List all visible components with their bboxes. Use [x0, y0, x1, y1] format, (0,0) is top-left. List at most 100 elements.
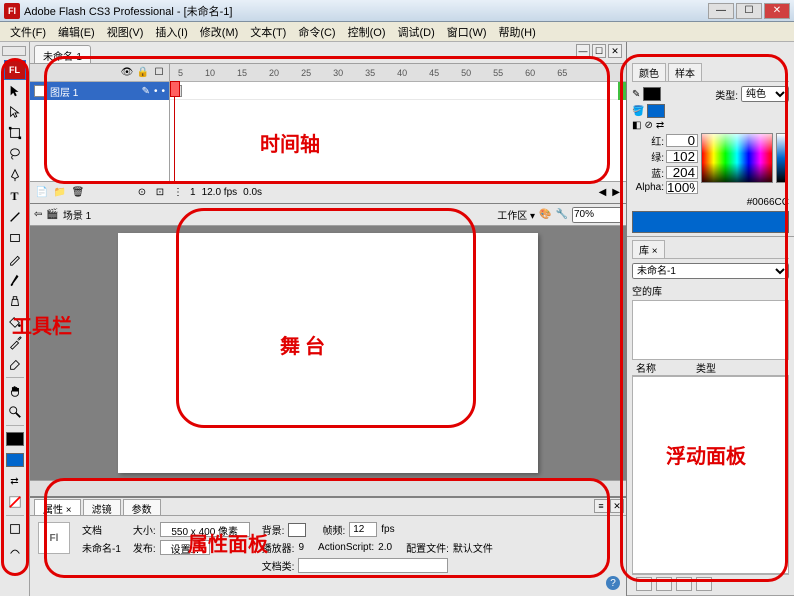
line-tool[interactable]: [4, 207, 26, 227]
green-input[interactable]: [666, 150, 698, 163]
ink-bottle-tool[interactable]: [4, 291, 26, 311]
doc-restore-icon[interactable]: ☐: [592, 44, 606, 58]
publish-settings-button[interactable]: 设置...: [160, 540, 210, 555]
tool-option-1[interactable]: [4, 519, 26, 539]
menu-edit[interactable]: 编辑(E): [52, 22, 101, 42]
docclass-input[interactable]: [298, 558, 448, 573]
minimize-button[interactable]: —: [708, 3, 734, 19]
alpha-input[interactable]: [666, 181, 698, 194]
pencil-tool[interactable]: [4, 249, 26, 269]
zoom-select[interactable]: [572, 207, 622, 223]
panel-menu-icon[interactable]: ≡: [594, 499, 608, 513]
fill-color-tool[interactable]: [4, 450, 26, 470]
eraser-tool[interactable]: [4, 354, 26, 374]
stroke-icon[interactable]: ✎: [632, 89, 640, 100]
new-folder-lib-icon[interactable]: [656, 577, 672, 591]
zoom-tool[interactable]: [4, 402, 26, 422]
layer-lock-dot[interactable]: •: [161, 86, 165, 97]
selection-tool[interactable]: [4, 81, 26, 101]
menu-view[interactable]: 视图(V): [101, 22, 150, 42]
delete-layer-icon[interactable]: 🗑: [72, 187, 84, 199]
flash-icon[interactable]: FL: [4, 60, 26, 80]
stage-area[interactable]: [30, 226, 626, 480]
new-symbol-icon[interactable]: [636, 577, 652, 591]
menu-control[interactable]: 控制(O): [342, 22, 392, 42]
fill-icon[interactable]: 🪣: [632, 106, 644, 117]
menu-text[interactable]: 文本(T): [244, 22, 292, 42]
workarea-dropdown[interactable]: 工作区 ▾: [497, 207, 535, 222]
library-doc-select[interactable]: 未命名-1: [632, 263, 789, 279]
free-transform-tool[interactable]: [4, 123, 26, 143]
doc-close-icon[interactable]: ✕: [608, 44, 622, 58]
col-name[interactable]: 名称: [636, 360, 656, 375]
edit-scene-icon[interactable]: 🎨: [539, 209, 551, 220]
back-icon[interactable]: ⇦: [34, 209, 42, 220]
hand-tool[interactable]: [4, 381, 26, 401]
size-button[interactable]: 550 x 400 像素: [160, 522, 250, 537]
properties-icon[interactable]: [676, 577, 692, 591]
new-layer-icon[interactable]: 📄: [36, 187, 48, 199]
menu-file[interactable]: 文件(F): [4, 22, 52, 42]
bw-icon[interactable]: ◧: [632, 120, 641, 131]
fill-color-swatch[interactable]: [647, 104, 665, 118]
text-tool[interactable]: T: [4, 186, 26, 206]
rectangle-tool[interactable]: [4, 228, 26, 248]
lock-icon[interactable]: 🔒: [137, 67, 149, 79]
brush-tool[interactable]: [4, 270, 26, 290]
edit-symbol-icon[interactable]: 🔧: [556, 209, 568, 220]
lasso-tool[interactable]: [4, 144, 26, 164]
menu-command[interactable]: 命令(C): [292, 22, 341, 42]
library-list[interactable]: [632, 376, 789, 574]
timeline-scroll-right[interactable]: ▶: [612, 187, 620, 198]
eye-icon[interactable]: 👁: [121, 67, 133, 79]
swap-icon[interactable]: ⇄: [656, 120, 664, 131]
eyedropper-tool[interactable]: [4, 333, 26, 353]
tab-filters[interactable]: 滤镜: [83, 499, 121, 515]
scene-name[interactable]: 场景 1: [63, 207, 91, 222]
timeline-ruler[interactable]: 5 10 15 20 25 30 35 40 45 50 55 60 65: [170, 64, 626, 81]
onion-icon[interactable]: ⊙: [136, 187, 148, 199]
tab-library[interactable]: 库 ×: [632, 240, 665, 258]
blue-input[interactable]: [666, 166, 698, 179]
paint-bucket-tool[interactable]: [4, 312, 26, 332]
bg-color-swatch[interactable]: [288, 523, 306, 537]
pen-tool[interactable]: [4, 165, 26, 185]
document-tab[interactable]: 未命名-1: [34, 45, 91, 63]
playhead[interactable]: [174, 82, 175, 181]
menu-help[interactable]: 帮助(H): [493, 22, 542, 42]
hue-slider[interactable]: [776, 133, 786, 183]
no-color-tool[interactable]: [4, 492, 26, 512]
hex-value[interactable]: #0066CC: [747, 197, 789, 208]
tab-swatches[interactable]: 样本: [668, 63, 702, 81]
timeline-scroll-left[interactable]: ◀: [599, 187, 607, 198]
stroke-color-tool[interactable]: [4, 429, 26, 449]
stage-canvas[interactable]: [118, 233, 538, 473]
menu-insert[interactable]: 插入(I): [149, 22, 193, 42]
maximize-button[interactable]: ☐: [736, 3, 762, 19]
help-icon[interactable]: ?: [606, 576, 620, 590]
tab-params[interactable]: 参数: [123, 499, 161, 515]
delete-icon[interactable]: [696, 577, 712, 591]
tool-option-2[interactable]: [4, 540, 26, 560]
edit-multi-icon[interactable]: ⋮: [172, 187, 184, 199]
timeline-layer-row[interactable]: 图层 1 ✎ • •: [30, 82, 169, 100]
doc-minimize-icon[interactable]: —: [576, 44, 590, 58]
layer-visible-dot[interactable]: •: [154, 86, 158, 97]
timeline-frames[interactable]: [170, 82, 626, 181]
tab-properties[interactable]: 属性 ×: [34, 499, 81, 515]
red-input[interactable]: [666, 134, 698, 147]
tool-grip[interactable]: [2, 46, 26, 56]
menu-debug[interactable]: 调试(D): [392, 22, 441, 42]
swap-colors-tool[interactable]: ⇄: [4, 471, 26, 491]
menu-window[interactable]: 窗口(W): [441, 22, 493, 42]
menu-modify[interactable]: 修改(M): [194, 22, 245, 42]
fps-input[interactable]: [349, 522, 377, 537]
color-spectrum[interactable]: [701, 133, 773, 183]
outline-icon[interactable]: ☐: [153, 67, 165, 79]
close-button[interactable]: ✕: [764, 3, 790, 19]
col-type[interactable]: 类型: [696, 360, 716, 375]
new-folder-icon[interactable]: 📁: [54, 187, 66, 199]
tab-color[interactable]: 颜色: [632, 63, 666, 81]
onion-outline-icon[interactable]: ⊡: [154, 187, 166, 199]
nocolor-icon[interactable]: ⊘: [644, 120, 652, 131]
